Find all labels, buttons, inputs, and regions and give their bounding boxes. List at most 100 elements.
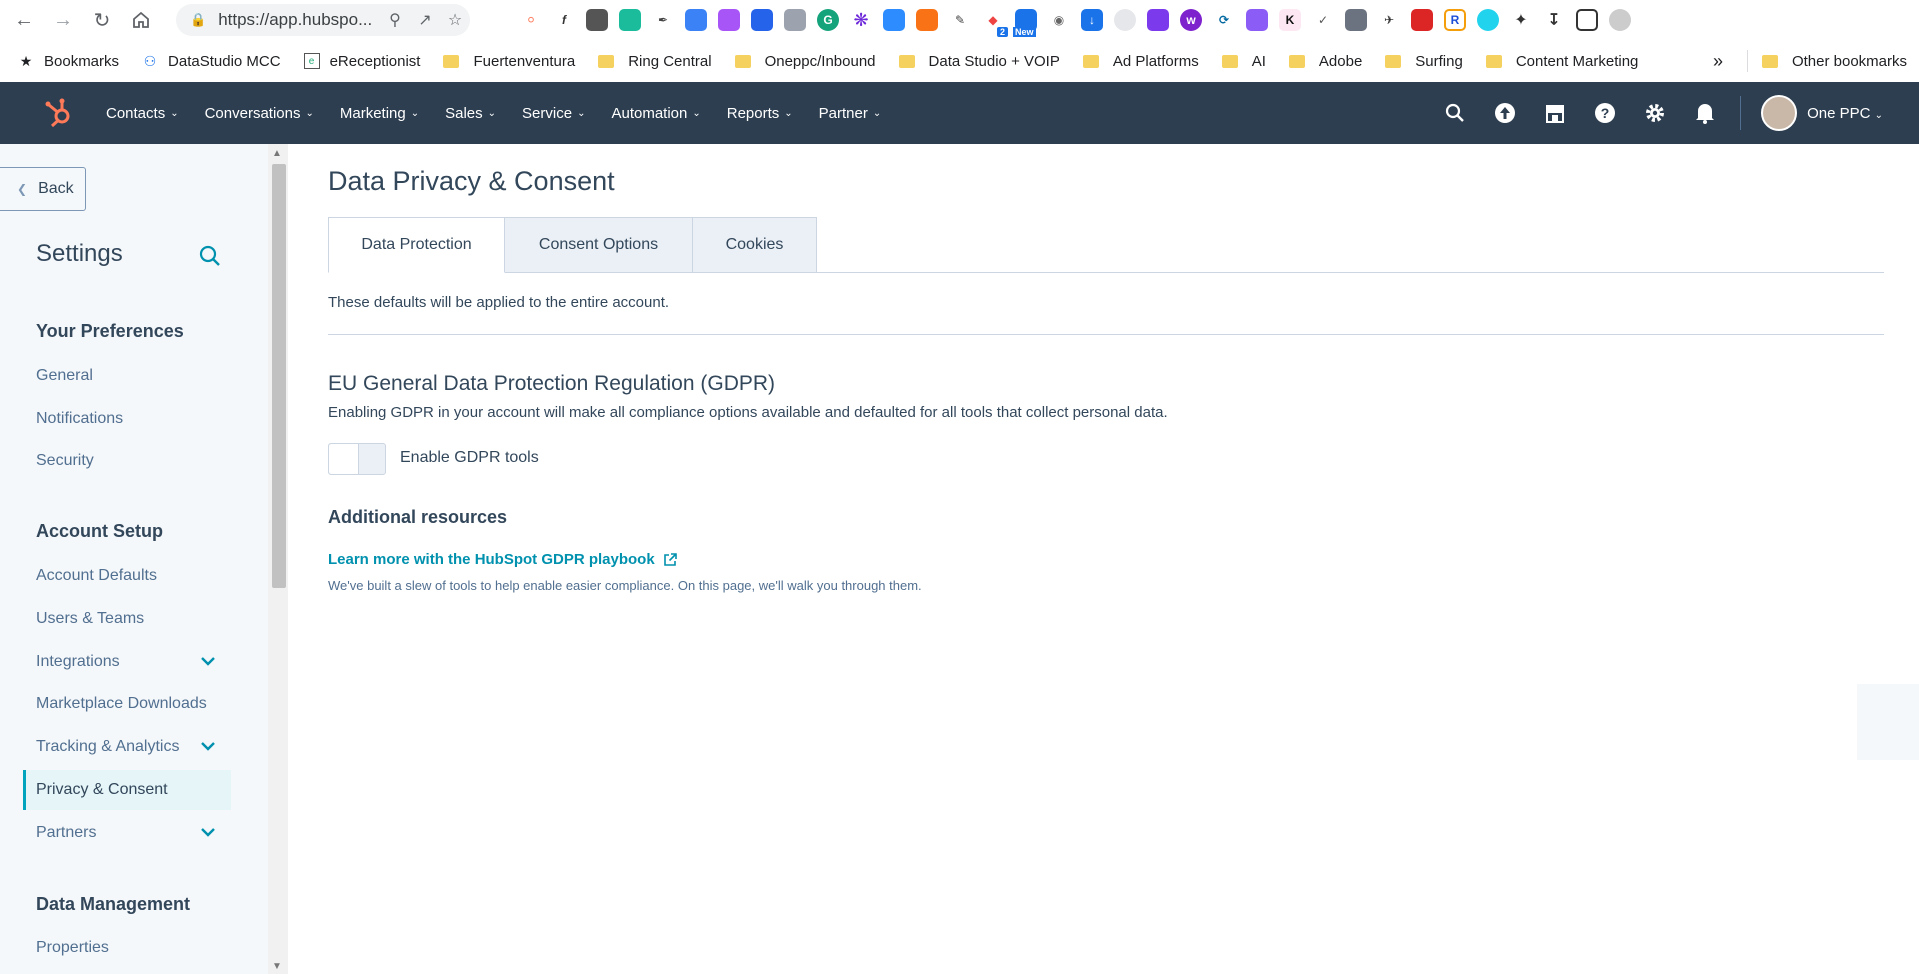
marketplace-icon[interactable]	[1530, 82, 1580, 144]
pie-ext-icon[interactable]	[1114, 9, 1136, 31]
search-ext-icon[interactable]	[1147, 9, 1169, 31]
chevron-down-icon[interactable]	[199, 652, 217, 670]
grammarly-ext-icon[interactable]: G	[817, 9, 839, 31]
avatar[interactable]	[1761, 95, 1798, 131]
bookmark-other[interactable]: Other bookmarks	[1761, 53, 1907, 70]
reader-ext-icon[interactable]	[685, 9, 707, 31]
puzzle-icon[interactable]: ✦	[1510, 9, 1532, 31]
side-widget[interactable]	[1857, 684, 1919, 760]
bookmark-folder[interactable]: AI	[1221, 53, 1266, 70]
hubspot-ext-icon[interactable]: ⚪	[520, 9, 542, 31]
chat-ext-icon[interactable]	[1477, 9, 1499, 31]
sidebar-item-notifications[interactable]: Notifications	[23, 399, 231, 439]
sidebar-item-tracking-analytics[interactable]: Tracking & Analytics	[23, 727, 231, 767]
bookmark-folder[interactable]: Surfing	[1385, 53, 1463, 70]
tab-consent-options[interactable]: Consent Options	[505, 217, 693, 273]
r-ext-icon[interactable]: R	[1444, 9, 1466, 31]
forward-arrow-icon[interactable]: →	[48, 5, 78, 35]
account-menu[interactable]: One PPC ⌄	[1807, 105, 1883, 122]
gdpr-playbook-link[interactable]: Learn more with the HubSpot GDPR playboo…	[328, 551, 678, 568]
gdpr-toggle[interactable]	[328, 443, 386, 475]
sidebar-item-general[interactable]: General	[23, 356, 231, 396]
bookmark-folder[interactable]: Content Marketing	[1485, 53, 1638, 70]
w-ext-icon[interactable]: w	[1180, 9, 1202, 31]
shield-ext-icon[interactable]	[751, 9, 773, 31]
sidebar-item-security[interactable]: Security	[23, 441, 231, 481]
nav-contacts[interactable]: Contacts ⌄	[106, 105, 179, 122]
datastudio-icon: ⚇	[143, 52, 157, 69]
bookmark-bookmarks[interactable]: ★ Bookmarks	[18, 53, 119, 70]
sidepanel-icon[interactable]	[1576, 9, 1598, 31]
nav-marketing[interactable]: Marketing ⌄	[340, 105, 419, 122]
nav-automation[interactable]: Automation ⌄	[611, 105, 700, 122]
nav-conversations[interactable]: Conversations ⌄	[205, 105, 314, 122]
asterisk-ext-icon[interactable]: ❋	[850, 9, 872, 31]
upgrade-icon[interactable]	[1480, 82, 1530, 144]
sidebar-item-partners[interactable]: Partners	[23, 813, 231, 853]
bell-icon[interactable]	[1680, 82, 1730, 144]
formula-ext-icon[interactable]: f	[553, 9, 575, 31]
sidebar-item-account-defaults[interactable]: Account Defaults	[23, 556, 231, 596]
scroll-down-icon[interactable]: ▼	[272, 961, 282, 972]
tab-cookies[interactable]: Cookies	[693, 217, 817, 273]
flow-ext-icon[interactable]: ◆ 2	[982, 9, 1008, 37]
bookmarks-overflow-button[interactable]: »	[1713, 51, 1723, 72]
new-ext-icon[interactable]: New	[1013, 9, 1037, 37]
back-arrow-icon[interactable]: ←	[9, 5, 39, 35]
bookmark-folder[interactable]: Ad Platforms	[1082, 53, 1199, 70]
tab-data-protection[interactable]: Data Protection	[328, 217, 505, 273]
bookmark-folder[interactable]: Oneppc/Inbound	[734, 53, 876, 70]
sidebar-item-integrations[interactable]: Integrations	[23, 642, 231, 682]
star-icon[interactable]: ☆	[440, 10, 470, 30]
purple-ext-icon[interactable]	[1246, 9, 1268, 31]
share-icon[interactable]: ↗	[410, 10, 440, 30]
tag-ext-icon[interactable]	[586, 9, 608, 31]
link-ext-icon[interactable]	[916, 9, 938, 31]
download-ext-icon[interactable]: ↓	[1081, 9, 1103, 31]
bird-ext-icon[interactable]	[619, 9, 641, 31]
bookmark-folder[interactable]: Fuertenventura	[443, 53, 575, 70]
zoom-ext-icon[interactable]	[883, 9, 905, 31]
pen-ext-icon[interactable]: ✎	[949, 9, 971, 31]
scroll-up-icon[interactable]: ▲	[272, 148, 282, 159]
bookmark-datastudio[interactable]: ⚇ DataStudio MCC	[142, 53, 281, 70]
sidebar-item-properties[interactable]: Properties	[23, 928, 231, 968]
back-button[interactable]: ❮ Back	[0, 167, 86, 211]
zoom-icon[interactable]: ⚲	[380, 10, 410, 30]
check-ext-icon[interactable]: ✓	[1312, 9, 1334, 31]
nav-partner[interactable]: Partner ⌄	[819, 105, 882, 122]
gear-icon[interactable]	[1630, 82, 1680, 144]
k-ext-icon[interactable]: K	[1279, 9, 1301, 31]
bookmark-folder[interactable]: Ring Central	[598, 53, 712, 70]
help-icon[interactable]: ?	[1580, 82, 1630, 144]
home-icon[interactable]	[126, 5, 156, 35]
sidebar-scrollbar[interactable]: ▲ ▼	[268, 144, 288, 974]
eyedropper-ext-icon[interactable]: ✒	[652, 9, 674, 31]
nav-sales[interactable]: Sales ⌄	[445, 105, 496, 122]
pdf-ext-icon[interactable]	[1411, 9, 1433, 31]
sidebar-item-users-teams[interactable]: Users & Teams	[23, 599, 231, 639]
reload-icon[interactable]: ↻	[87, 5, 117, 35]
code-ext-icon[interactable]	[784, 9, 806, 31]
search-icon[interactable]	[198, 244, 222, 268]
sync-ext-icon[interactable]: ⟳	[1213, 9, 1235, 31]
tweet-ext-icon[interactable]: ✈	[1378, 9, 1400, 31]
profile-icon[interactable]	[1609, 9, 1631, 31]
download-icon[interactable]: ↧	[1543, 9, 1565, 31]
sidebar-item-privacy-consent[interactable]: Privacy & Consent	[23, 770, 231, 810]
chevron-down-icon[interactable]	[199, 737, 217, 755]
hubspot-logo-icon[interactable]	[38, 93, 78, 133]
sidebar-item-marketplace-downloads[interactable]: Marketplace Downloads	[23, 684, 231, 724]
nav-reports[interactable]: Reports ⌄	[727, 105, 793, 122]
image-ext-icon[interactable]	[1345, 9, 1367, 31]
camera-ext-icon[interactable]: ◉	[1048, 9, 1070, 31]
bookmark-folder[interactable]: Data Studio + VOIP	[898, 53, 1060, 70]
scrollbar-thumb[interactable]	[272, 164, 286, 588]
search-icon[interactable]	[1430, 82, 1480, 144]
address-bar[interactable]: 🔒 https://app.hubspo... ⚲ ↗ ☆	[176, 4, 470, 36]
bookmark-ereceptionist[interactable]: e eReceptionist	[303, 53, 420, 70]
spiral-ext-icon[interactable]	[718, 9, 740, 31]
bookmark-folder[interactable]: Adobe	[1288, 53, 1362, 70]
nav-service[interactable]: Service ⌄	[522, 105, 585, 122]
chevron-down-icon[interactable]	[199, 823, 217, 841]
